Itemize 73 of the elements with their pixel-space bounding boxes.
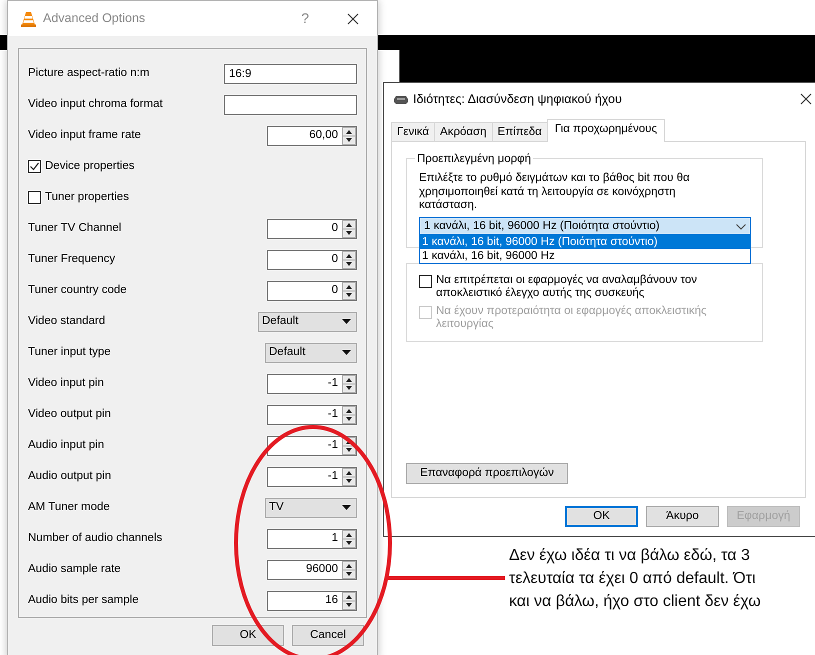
combo-box[interactable]: TV bbox=[265, 498, 357, 518]
cone-icon bbox=[21, 10, 36, 26]
cancel-button[interactable]: Άκυρο bbox=[646, 506, 719, 527]
spinner-icon[interactable] bbox=[342, 406, 356, 424]
spin-field[interactable]: 60,00 bbox=[267, 126, 357, 146]
chevron-icon bbox=[736, 224, 746, 230]
spin-field[interactable]: 16 bbox=[267, 590, 357, 610]
spin-field[interactable]: -1 bbox=[267, 436, 357, 456]
spinner-icon[interactable] bbox=[342, 126, 356, 144]
spin-field[interactable]: 1 bbox=[267, 528, 357, 548]
field-label: Audio input pin bbox=[28, 438, 104, 453]
spinner-icon[interactable] bbox=[342, 560, 356, 578]
spin-field[interactable]: 0 bbox=[267, 250, 357, 270]
annotation-text: Δεν έχω ιδέα τι να βάλω εδώ, τα 3 τελευταία τα έχει 0 από default. Ότι και να βάλω, ήχο στο client δεν έχω bbox=[509, 546, 762, 612]
checkbox-label: Tuner properties bbox=[45, 190, 129, 205]
checkbox[interactable] bbox=[28, 191, 41, 204]
spinner-icon[interactable] bbox=[342, 592, 356, 610]
spin-field[interactable]: -1 bbox=[267, 404, 357, 424]
close-icon[interactable] bbox=[800, 93, 812, 105]
ok-button[interactable]: OK bbox=[565, 506, 638, 527]
format-dropdown[interactable]: 1 κανάλι, 16 bit, 96000 Hz (Ποιότητα στούντιο) bbox=[419, 216, 751, 236]
text-field[interactable]: 16:9 bbox=[224, 64, 357, 84]
spinner-icon[interactable] bbox=[342, 220, 356, 238]
combo-box[interactable]: Default bbox=[258, 312, 357, 332]
spinner-icon[interactable] bbox=[342, 374, 356, 392]
text-field[interactable] bbox=[224, 94, 357, 114]
caret-icon bbox=[342, 505, 351, 510]
combo-box[interactable]: Default bbox=[265, 342, 357, 362]
field-label: Picture aspect-ratio n:m bbox=[28, 66, 150, 81]
field-label: Tuner country code bbox=[28, 282, 127, 298]
close-icon[interactable] bbox=[347, 12, 359, 24]
field-label: AM Tuner mode bbox=[28, 500, 110, 515]
checkbox-label: Να επιτρέπεται οι εφαρμογές να αναλαμβάνουν τον αποκλειστικό έλεγχο αυτής της συσκευής bbox=[436, 274, 698, 300]
field-label: Audio bits per sample bbox=[28, 592, 139, 608]
spin-field[interactable]: 0 bbox=[267, 280, 357, 300]
dropdown-option[interactable]: 1 κανάλι, 16 bit, 96000 Hz bbox=[420, 249, 750, 263]
tab[interactable]: Ακρόαση bbox=[434, 122, 493, 142]
checkbox[interactable] bbox=[419, 275, 432, 288]
window-title: Ιδιότητες: Διασύνδεση ψηφιακού ήχου bbox=[413, 90, 622, 108]
restore-defaults-button[interactable]: Επαναφορά προεπιλογών bbox=[406, 463, 568, 484]
field-label: Video input chroma format bbox=[28, 96, 163, 112]
caret-icon bbox=[342, 350, 351, 355]
spin-field[interactable]: 96000 bbox=[267, 560, 357, 580]
cancel-button[interactable]: Cancel bbox=[292, 625, 364, 646]
device-icon bbox=[394, 94, 408, 104]
spin-field[interactable]: -1 bbox=[267, 374, 357, 394]
field-label: Video output pin bbox=[28, 406, 111, 422]
spinner-icon[interactable] bbox=[342, 530, 356, 548]
field-label: Video input frame rate bbox=[28, 128, 141, 143]
field-label: Video input pin bbox=[28, 376, 104, 391]
field-label: Audio output pin bbox=[28, 468, 112, 484]
field-label: Tuner TV Channel bbox=[28, 220, 122, 236]
checkbox-label: Να έχουν προτεραιότητα οι εφαρμογές αποκλειστικής λειτουργίας bbox=[436, 305, 708, 331]
tab[interactable]: Επίπεδα bbox=[492, 122, 548, 142]
field-label: Tuner Frequency bbox=[28, 252, 116, 267]
field-label: Video standard bbox=[28, 314, 106, 329]
field-label: Tuner input type bbox=[28, 344, 111, 360]
spin-field[interactable]: 0 bbox=[267, 218, 357, 238]
window-title: Advanced Options bbox=[43, 10, 146, 28]
checkbox[interactable] bbox=[28, 160, 41, 173]
tab[interactable]: Για προχωρημένους bbox=[546, 119, 665, 142]
spinner-icon[interactable] bbox=[342, 250, 356, 268]
field-label: Number of audio channels bbox=[28, 530, 162, 546]
field-label: Audio sample rate bbox=[28, 562, 121, 577]
tab[interactable]: Γενικά bbox=[391, 122, 436, 142]
ok-button[interactable]: OK bbox=[212, 625, 284, 646]
spin-field[interactable]: -1 bbox=[267, 466, 357, 486]
spinner-icon[interactable] bbox=[342, 468, 356, 486]
description-text: Επιλέξτε το ρυθμό δειγμάτων και το βάθος bit που θα χρησιμοποιηθεί κατά τη λειτουργία σε κοινόχρηστη κατάσταση. bbox=[419, 172, 691, 212]
caret-icon bbox=[342, 319, 351, 324]
dropdown-option[interactable]: 1 κανάλι, 16 bit, 96000 Hz (Ποιότητα στούντιο) bbox=[420, 235, 750, 249]
checkbox-label: Device properties bbox=[45, 158, 134, 174]
spinner-icon[interactable] bbox=[342, 282, 356, 300]
